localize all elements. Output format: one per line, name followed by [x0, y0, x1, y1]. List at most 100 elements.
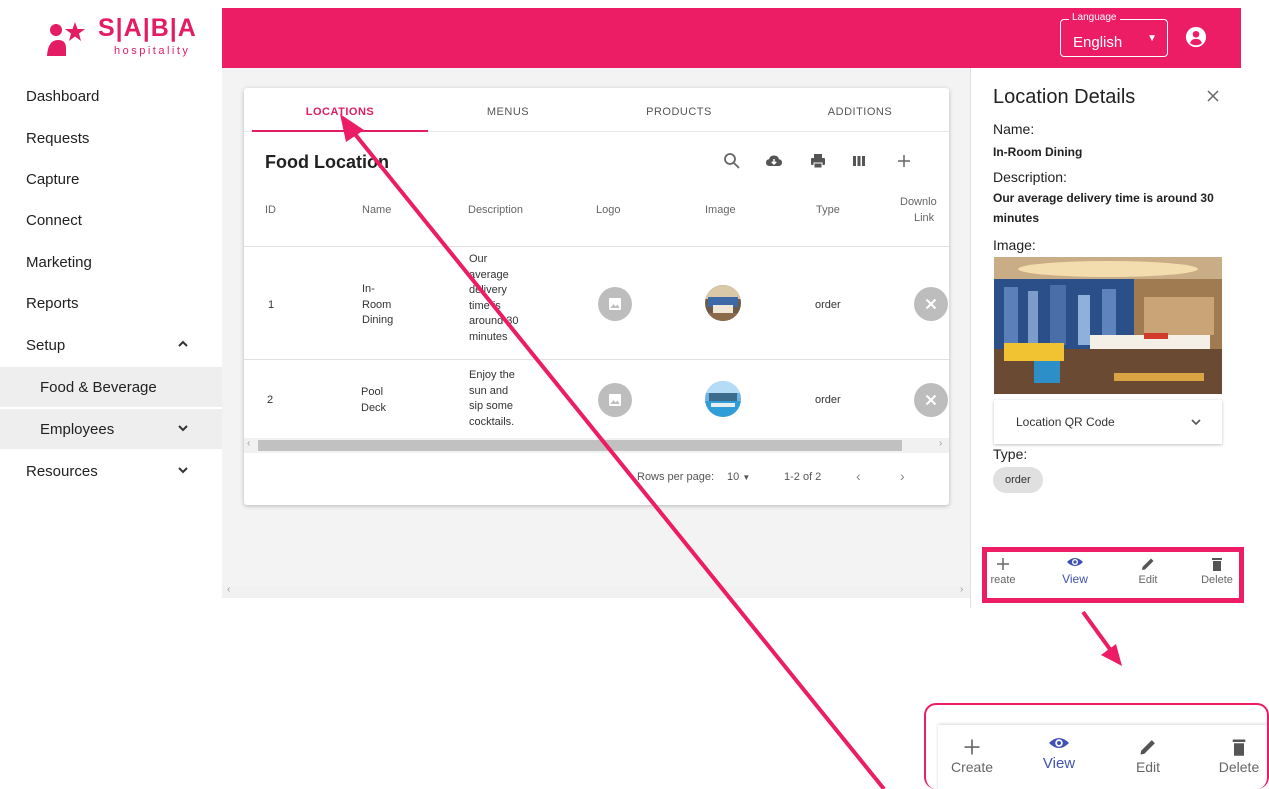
close-circle-icon[interactable]	[914, 287, 948, 321]
sidebar-item-setup[interactable]: Setup	[0, 325, 222, 365]
description-value: Our average delivery time is around 30 m…	[993, 191, 1214, 225]
add-icon[interactable]	[895, 152, 913, 170]
location-image	[994, 257, 1222, 394]
sidebar-item-dashboard[interactable]: Dashboard	[0, 76, 222, 116]
main-horizontal-scrollbar[interactable]: ‹ ›	[222, 584, 970, 598]
chevron-down-icon	[178, 425, 188, 432]
cell-description: Our average delivery time is around 30 m…	[469, 252, 519, 345]
view-column-icon[interactable]	[850, 152, 868, 170]
location-thumbnail[interactable]	[705, 381, 741, 417]
view-button[interactable]: View	[1055, 554, 1095, 586]
language-select[interactable]: Language English ▼	[1060, 12, 1168, 57]
brand-name: S|A|B|A	[98, 14, 197, 42]
sidebar-item-label: Marketing	[26, 254, 92, 271]
column-header-link[interactable]: Link	[914, 212, 934, 224]
close-circle-icon[interactable]	[914, 383, 948, 417]
chevron-down-icon	[1191, 419, 1201, 426]
food-location-card: LOCATIONS MENUS PRODUCTS ADDITIONS Food …	[244, 88, 949, 505]
previous-page-icon[interactable]: ‹	[856, 468, 861, 484]
sidebar-item-label: Employees	[40, 421, 115, 438]
cell-id: 1	[268, 299, 275, 311]
sidebar-item-requests[interactable]: Requests	[0, 118, 222, 158]
edit-label: Edit	[1135, 759, 1161, 775]
sidebar-item-connect[interactable]: Connect	[0, 200, 222, 240]
caret-down-icon: ▼	[742, 473, 751, 482]
sidebar-item-employees[interactable]: Employees	[0, 409, 222, 449]
pencil-icon	[1142, 558, 1154, 570]
rows-per-page-value: 10	[727, 471, 740, 483]
qr-code-expander[interactable]: Location QR Code	[994, 400, 1222, 444]
sidebar-item-label: Resources	[26, 463, 98, 480]
create-button[interactable]: reate	[985, 556, 1021, 586]
cloud-download-icon[interactable]	[765, 152, 783, 170]
sidebar-item-food-beverage[interactable]: Food & Beverage	[0, 367, 222, 407]
tab-additions[interactable]: ADDITIONS	[772, 88, 948, 132]
column-header-description[interactable]: Description	[468, 204, 523, 216]
create-button[interactable]: Create	[948, 737, 996, 775]
sidebar-item-label: Connect	[26, 212, 82, 229]
arrowhead-zoom	[1101, 644, 1122, 666]
language-value: English	[1073, 34, 1123, 51]
rows-per-page-select[interactable]: 10 ▼	[727, 471, 750, 483]
panel-title: Location Details	[993, 86, 1136, 108]
edit-label: Edit	[1138, 574, 1158, 586]
brand-logo[interactable]: S|A|B|A hospitality	[0, 0, 222, 68]
account-circle-icon[interactable]	[1185, 26, 1207, 48]
type-label: Type:	[993, 446, 1028, 462]
zoomed-action-bar: Create View Edit Delete	[924, 703, 1269, 789]
scroll-right-icon[interactable]: ›	[939, 438, 942, 449]
tab-menus[interactable]: MENUS	[420, 88, 596, 132]
trash-icon	[1232, 739, 1246, 756]
column-header-id[interactable]: ID	[265, 204, 276, 216]
scrollbar-thumb[interactable]	[258, 440, 902, 451]
tab-products[interactable]: PRODUCTS	[591, 88, 767, 132]
cell-name-line: Deck	[361, 401, 387, 414]
sidebar-item-label: Setup	[26, 337, 66, 354]
view-label: View	[1062, 572, 1088, 586]
next-page-icon[interactable]: ›	[900, 468, 905, 484]
logo-mark-icon	[47, 22, 85, 56]
cell-type: order	[815, 299, 841, 311]
zoomed-action-bar-inner: Create View Edit Delete	[938, 725, 1267, 789]
chevron-up-icon	[178, 340, 188, 347]
view-button[interactable]: View	[1034, 733, 1084, 772]
add-icon	[997, 558, 1009, 570]
delete-button[interactable]: Delete	[1197, 556, 1237, 586]
sidebar-item-capture[interactable]: Capture	[0, 159, 222, 199]
cell-description-line: sun and	[469, 384, 509, 397]
add-icon	[964, 739, 980, 755]
logo-placeholder-icon[interactable]	[598, 287, 632, 321]
top-app-bar: Language English ▼	[222, 8, 1241, 68]
qr-code-label: Location QR Code	[1016, 415, 1115, 429]
scroll-left-icon[interactable]: ‹	[247, 438, 250, 449]
scroll-left-icon[interactable]: ‹	[227, 584, 230, 595]
sidebar-nav: Dashboard Requests Capture Connect Marke…	[0, 68, 222, 608]
brand-tagline: hospitality	[114, 45, 191, 57]
name-label: Name:	[993, 121, 1035, 137]
delete-button[interactable]: Delete	[1214, 737, 1264, 775]
location-thumbnail[interactable]	[705, 285, 741, 321]
scroll-right-icon[interactable]: ›	[960, 584, 963, 595]
close-icon[interactable]	[1205, 88, 1221, 104]
edit-button[interactable]: Edit	[1130, 556, 1166, 586]
column-header-logo[interactable]: Logo	[596, 204, 620, 216]
logo-placeholder-icon[interactable]	[598, 383, 632, 417]
sidebar-item-label: Capture	[26, 171, 80, 188]
search-icon[interactable]	[723, 152, 741, 170]
tab-locations[interactable]: LOCATIONS	[252, 88, 428, 132]
tab-bar: LOCATIONS MENUS PRODUCTS ADDITIONS	[244, 88, 949, 132]
edit-button[interactable]: Edit	[1128, 737, 1168, 775]
sidebar-item-resources[interactable]: Resources	[0, 451, 222, 491]
arrow-to-zoom	[1081, 610, 1114, 654]
column-header-type[interactable]: Type	[816, 204, 840, 216]
column-header-download[interactable]: Downlo	[900, 196, 937, 208]
column-header-name[interactable]: Name	[362, 204, 391, 216]
cell-name-line: In-	[362, 283, 375, 295]
table-horizontal-scrollbar[interactable]: ‹ ›	[244, 438, 949, 453]
sidebar-item-marketing[interactable]: Marketing	[0, 242, 222, 282]
column-header-image[interactable]: Image	[705, 204, 736, 216]
sidebar-item-reports[interactable]: Reports	[0, 283, 222, 323]
cell-description-line: sip some	[469, 400, 514, 412]
print-icon[interactable]	[809, 152, 827, 170]
cell-description-line: time is	[469, 299, 501, 312]
